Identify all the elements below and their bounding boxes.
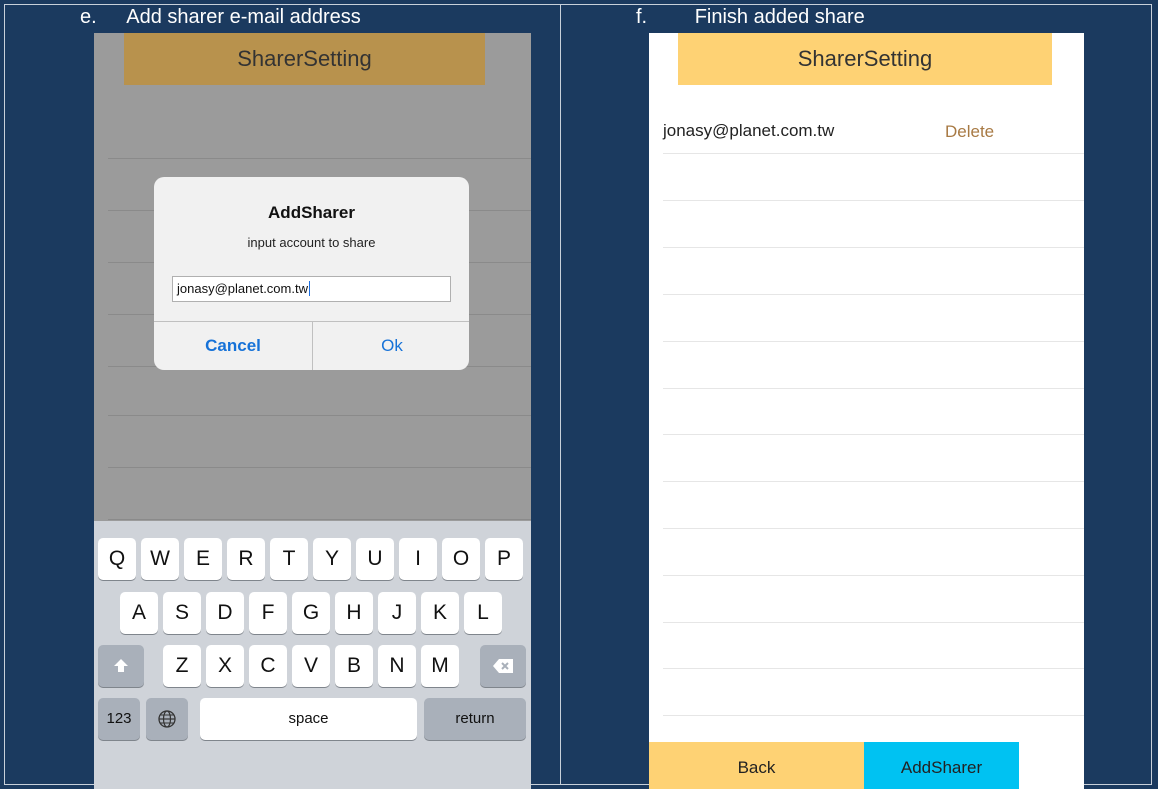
sharer-email: jonasy@planet.com.tw — [663, 121, 835, 140]
caption-left: e. Add sharer e-mail address — [80, 6, 361, 29]
cancel-button[interactable]: Cancel — [154, 321, 312, 370]
caption-right: f. Finish added share — [636, 6, 865, 29]
dialog-title: AddSharer — [268, 203, 355, 222]
shift-key[interactable] — [98, 645, 144, 687]
caption-left-letter: e. — [80, 6, 97, 28]
list-divider — [108, 158, 531, 159]
key-x[interactable]: X — [206, 645, 244, 687]
page-title: SharerSetting — [678, 33, 1052, 85]
back-button[interactable]: Back — [649, 742, 864, 789]
list-divider — [108, 467, 531, 468]
key-z[interactable]: Z — [163, 645, 201, 687]
key-v[interactable]: V — [292, 645, 330, 687]
list-divider — [663, 247, 1084, 248]
list-divider — [663, 715, 1084, 716]
key-k[interactable]: K — [421, 592, 459, 634]
caption-left-text: Add sharer e-mail address — [126, 6, 361, 28]
key-q[interactable]: Q — [98, 538, 136, 580]
list-divider — [663, 575, 1084, 576]
list-divider — [663, 153, 1084, 154]
key-g[interactable]: G — [292, 592, 330, 634]
phone-screen-sharer-list: SharerSetting jonasy@planet.com.tw Delet… — [649, 33, 1084, 789]
backspace-key[interactable] — [480, 645, 526, 687]
panel-divider — [560, 4, 561, 785]
delete-sharer-button[interactable]: Delete — [945, 122, 994, 142]
add-sharer-button[interactable]: AddSharer — [864, 742, 1019, 789]
key-a[interactable]: A — [120, 592, 158, 634]
list-divider — [663, 434, 1084, 435]
space-key[interactable]: space — [200, 698, 417, 740]
key-e[interactable]: E — [184, 538, 222, 580]
list-divider — [663, 668, 1084, 669]
list-divider — [663, 200, 1084, 201]
key-l[interactable]: L — [464, 592, 502, 634]
key-u[interactable]: U — [356, 538, 394, 580]
key-t[interactable]: T — [270, 538, 308, 580]
key-f[interactable]: F — [249, 592, 287, 634]
key-h[interactable]: H — [335, 592, 373, 634]
key-b[interactable]: B — [335, 645, 373, 687]
ok-button[interactable]: Ok — [313, 321, 469, 370]
list-divider — [663, 481, 1084, 482]
list-divider — [108, 415, 531, 416]
key-n[interactable]: N — [378, 645, 416, 687]
key-i[interactable]: I — [399, 538, 437, 580]
globe-key[interactable] — [146, 698, 188, 740]
numbers-key[interactable]: 123 — [98, 698, 140, 740]
caption-right-text: Finish added share — [694, 6, 865, 28]
key-w[interactable]: W — [141, 538, 179, 580]
dialog-message: input account to share — [247, 235, 376, 250]
key-c[interactable]: C — [249, 645, 287, 687]
globe-icon — [158, 710, 176, 728]
account-input-value: jonasy@planet.com.tw — [177, 281, 308, 296]
return-key[interactable]: return — [424, 698, 526, 740]
list-divider — [663, 528, 1084, 529]
key-j[interactable]: J — [378, 592, 416, 634]
page-title: SharerSetting — [124, 33, 485, 85]
list-divider — [663, 341, 1084, 342]
phone-screen-add-sharer: SharerSetting AddSharer input account to… — [94, 33, 531, 789]
key-o[interactable]: O — [442, 538, 480, 580]
list-divider — [663, 622, 1084, 623]
caption-right-letter: f. — [636, 6, 648, 28]
account-input[interactable]: jonasy@planet.com.tw — [172, 276, 451, 302]
shift-icon — [114, 659, 128, 672]
add-sharer-dialog: AddSharer input account to share jonasy@… — [154, 177, 469, 370]
list-divider — [663, 294, 1084, 295]
backspace-icon — [493, 659, 513, 673]
key-s[interactable]: S — [163, 592, 201, 634]
list-divider — [108, 519, 531, 520]
key-p[interactable]: P — [485, 538, 523, 580]
key-y[interactable]: Y — [313, 538, 351, 580]
onscreen-keyboard: Q W E R T Y U I O P A S D F G H J K L Z … — [94, 521, 531, 789]
key-m[interactable]: M — [421, 645, 459, 687]
key-d[interactable]: D — [206, 592, 244, 634]
list-divider — [663, 388, 1084, 389]
key-r[interactable]: R — [227, 538, 265, 580]
text-caret — [308, 281, 310, 296]
